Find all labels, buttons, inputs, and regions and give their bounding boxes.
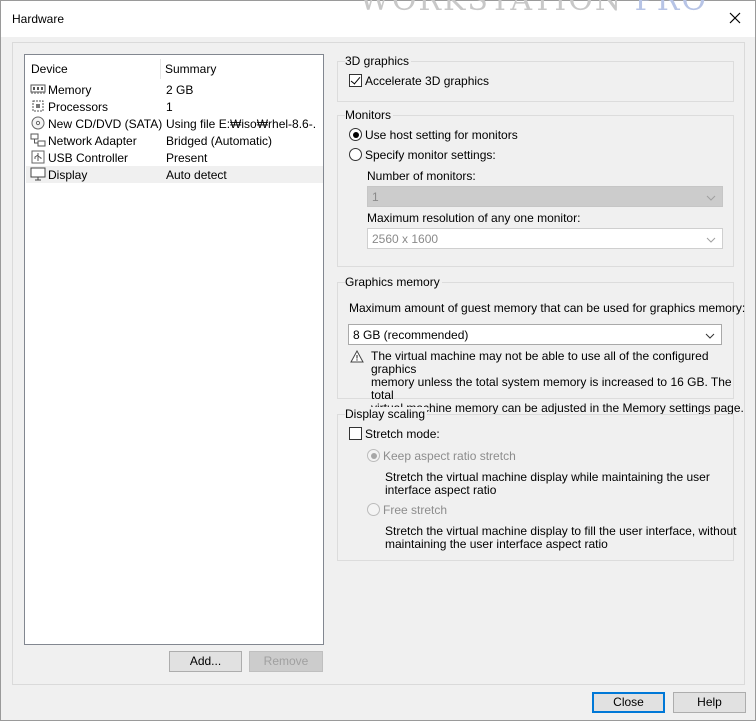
chevron-down-icon — [705, 330, 715, 340]
device-row-display[interactable]: Display Auto detect — [26, 166, 323, 183]
number-of-monitors-label: Number of monitors: — [367, 169, 476, 183]
device-row-usb-controller[interactable]: USB Controller Present — [26, 149, 323, 166]
max-resolution-label: Maximum resolution of any one monitor: — [367, 211, 581, 225]
network-icon — [30, 133, 46, 147]
close-button[interactable]: Close — [592, 692, 665, 713]
column-divider — [160, 59, 161, 79]
stretch-mode-label[interactable]: Stretch mode: — [365, 427, 440, 441]
warning-line: The virtual machine may not be able to u… — [371, 349, 709, 376]
device-name: Display — [48, 168, 88, 182]
device-summary: Auto detect — [166, 168, 227, 182]
free-stretch-label[interactable]: Free stretch — [383, 503, 447, 517]
description-line: interface aspect ratio — [385, 483, 497, 497]
device-summary: 2 GB — [166, 83, 194, 97]
device-row-network-adapter[interactable]: Network Adapter Bridged (Automatic) — [26, 132, 323, 149]
keep-aspect-ratio-radio[interactable] — [367, 449, 380, 462]
keep-aspect-ratio-label[interactable]: Keep aspect ratio stretch — [383, 449, 516, 463]
device-name: Memory — [48, 83, 92, 97]
group-title-monitors: Monitors — [345, 108, 394, 122]
device-summary: Using file E:₩iso₩rhel-8.6-... — [166, 117, 316, 131]
accelerate-3d-label[interactable]: Accelerate 3D graphics — [365, 74, 489, 88]
group-title-graphics-memory: Graphics memory — [345, 275, 442, 289]
background-app-title: WORKSTATION PRO — [359, 0, 708, 18]
free-stretch-radio[interactable] — [367, 503, 380, 516]
specify-monitors-label[interactable]: Specify monitor settings: — [365, 148, 496, 162]
use-host-monitors-label[interactable]: Use host setting for monitors — [365, 128, 518, 142]
device-list-header: Device Summary — [25, 55, 323, 81]
device-name: Processors — [48, 100, 109, 114]
warning-line: memory unless the total system memory is… — [371, 375, 732, 402]
help-button[interactable]: Help — [673, 692, 746, 713]
column-header-summary[interactable]: Summary — [165, 62, 216, 76]
keep-aspect-ratio-description: Stretch the virtual machine display whil… — [385, 471, 710, 497]
display-icon — [30, 167, 46, 181]
device-summary: Present — [166, 151, 208, 165]
processor-icon — [30, 99, 46, 113]
graphics-memory-select[interactable]: 8 GB (recommended) — [348, 324, 722, 345]
close-icon[interactable] — [727, 10, 743, 26]
accelerate-3d-checkbox[interactable] — [349, 74, 362, 87]
graphics-memory-warning: The virtual machine may not be able to u… — [371, 350, 755, 415]
device-row-cd-dvd[interactable]: New CD/DVD (SATA) Using file E:₩iso₩rhel… — [26, 115, 323, 132]
use-host-monitors-radio[interactable] — [349, 128, 362, 141]
remove-button[interactable]: Remove — [249, 651, 323, 672]
number-of-monitors-select[interactable]: 1 — [367, 186, 723, 207]
device-list[interactable]: Device Summary Memory 2 GB Processors 1 … — [24, 54, 324, 645]
free-stretch-description: Stretch the virtual machine display to f… — [385, 525, 737, 551]
cd-dvd-icon — [30, 116, 46, 130]
graphics-memory-prompt: Maximum amount of guest memory that can … — [349, 301, 746, 315]
stretch-mode-checkbox[interactable] — [349, 427, 362, 440]
description-line: maintaining the user interface aspect ra… — [385, 537, 608, 551]
column-header-device[interactable]: Device — [31, 62, 68, 76]
device-row-processors[interactable]: Processors 1 — [26, 98, 323, 115]
chevron-down-icon — [706, 192, 716, 202]
title-bar: WORKSTATION PRO Hardware — [1, 0, 755, 37]
add-button[interactable]: Add... — [169, 651, 242, 672]
device-name: USB Controller — [48, 151, 129, 165]
max-resolution-value: 2560 x 1600 — [372, 232, 439, 246]
device-row-memory[interactable]: Memory 2 GB — [26, 81, 323, 98]
device-name: New CD/DVD (SATA) — [48, 117, 163, 131]
hardware-dialog: WORKSTATION PRO Hardware Device Summary … — [0, 0, 756, 721]
device-summary: Bridged (Automatic) — [166, 134, 273, 148]
chevron-down-icon — [706, 234, 716, 244]
graphics-memory-value: 8 GB (recommended) — [353, 328, 469, 342]
window-title: Hardware — [12, 12, 65, 26]
memory-icon — [30, 82, 46, 96]
device-summary: 1 — [166, 100, 173, 114]
max-resolution-select[interactable]: 2560 x 1600 — [367, 228, 723, 249]
warning-icon — [350, 349, 364, 363]
usb-icon — [30, 150, 46, 164]
number-of-monitors-value: 1 — [372, 190, 379, 204]
specify-monitors-radio[interactable] — [349, 148, 362, 161]
group-title-3d-graphics: 3D graphics — [345, 54, 412, 68]
device-name: Network Adapter — [48, 134, 137, 148]
group-title-display-scaling: Display scaling — [345, 407, 428, 421]
